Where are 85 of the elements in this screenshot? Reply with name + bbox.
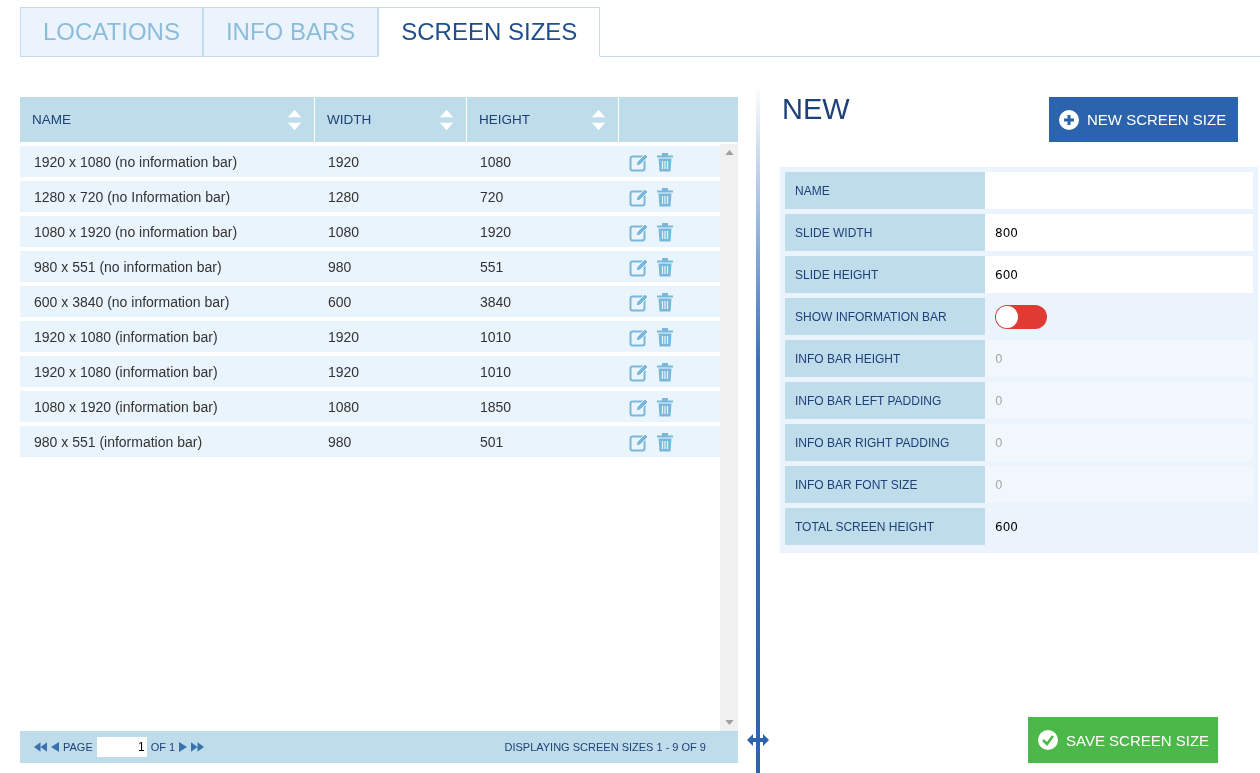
table-cell-text: 980 x 551 (no information bar) — [33, 258, 223, 275]
table-cell-text: 1080 x 1920 (no information bar) — [33, 223, 239, 240]
table-cell-text: 980 x 551 (information bar) — [33, 433, 204, 450]
table-row[interactable]: 1920 x 1080 (information bar) 1920 1010 — [20, 356, 720, 387]
table-row[interactable]: 1080 x 1920 (information bar) 1080 1850 — [20, 391, 720, 422]
page-label: PAGE — [63, 741, 93, 753]
table-cell-text: 1280 — [327, 188, 361, 205]
trash-icon[interactable] — [655, 431, 675, 452]
table-cell-text: 1920 x 1080 (no information bar) — [33, 153, 239, 170]
page-count: OF 1 — [150, 741, 176, 753]
sort-icon[interactable] — [287, 107, 302, 132]
table-cell-text: 501 — [479, 433, 505, 450]
column-header[interactable]: NAME — [20, 97, 315, 142]
table-cell-text: 980 — [327, 433, 353, 450]
table-cell-text: 1920 x 1080 (information bar) — [33, 328, 219, 345]
column-label: HEIGHT — [479, 112, 530, 127]
table-cell-text: 3840 — [479, 293, 513, 310]
pager-status: DISPLAYING SCREEN SIZES 1 - 9 OF 9 — [504, 741, 706, 753]
table-cell-text: 1080 — [327, 223, 361, 240]
input-field[interactable] — [985, 172, 1253, 209]
field-label: INFO BAR RIGHT PADDING — [785, 424, 985, 461]
field-label: SLIDE HEIGHT — [785, 256, 985, 293]
trash-icon[interactable] — [655, 151, 675, 172]
trash-icon[interactable] — [655, 361, 675, 382]
table-cell-text: 1920 x 1080 (information bar) — [33, 363, 219, 380]
table-cell-text: 1080 — [327, 398, 361, 415]
column-label: WIDTH — [327, 112, 372, 127]
table-cell-text: 551 — [479, 258, 505, 275]
table-cell-text: 1920 — [327, 328, 361, 345]
table-row[interactable]: 1920 x 1080 (information bar) 1920 1010 — [20, 321, 720, 352]
table-cell-text: 1920 — [327, 363, 361, 380]
scrollbar[interactable] — [720, 144, 738, 731]
tab[interactable]: SCREEN SIZES — [378, 7, 601, 57]
field-label: INFO BAR FONT SIZE — [785, 466, 985, 503]
table-cell-text: 980 — [327, 258, 353, 275]
table-row[interactable]: 1920 x 1080 (no information bar) 1920 1080 — [20, 146, 720, 177]
field-value: 600 — [995, 519, 1018, 534]
table-row[interactable]: 980 x 551 (information bar) 980 501 — [20, 426, 720, 457]
first-page-icon[interactable] — [34, 742, 47, 752]
column-label: NAME — [32, 112, 71, 127]
check-icon — [1038, 730, 1058, 750]
sort-icon[interactable] — [439, 107, 454, 132]
plus-icon — [1059, 109, 1079, 130]
resize-icon[interactable] — [747, 734, 769, 746]
new-screen-size-button[interactable]: NEW SCREEN SIZE — [1049, 97, 1238, 142]
scroll-up-icon[interactable] — [724, 150, 734, 155]
table-cell-text: 1080 — [479, 153, 513, 170]
form-title: NEW — [782, 93, 850, 126]
input-field[interactable]: 800 — [985, 214, 1253, 251]
table-cell-text: 1920 — [479, 223, 513, 240]
scroll-down-icon[interactable] — [724, 720, 734, 725]
trash-icon[interactable] — [655, 186, 675, 207]
table-cell-text: 600 x 3840 (no information bar) — [33, 293, 231, 310]
column-header[interactable]: HEIGHT — [467, 97, 619, 142]
trash-icon[interactable] — [655, 221, 675, 242]
column-header[interactable]: WIDTH — [315, 97, 467, 142]
table-row[interactable]: 1080 x 1920 (no information bar) 1080 1920 — [20, 216, 720, 247]
trash-icon[interactable] — [655, 326, 675, 347]
table-cell-text: 1280 x 720 (no Information bar) — [33, 188, 232, 205]
field-label: INFO BAR HEIGHT — [785, 340, 985, 377]
next-page-icon[interactable] — [179, 742, 188, 752]
page-input[interactable]: 1 — [96, 737, 147, 757]
field-label: TOTAL SCREEN HEIGHT — [785, 508, 985, 545]
table-cell-text: 1850 — [479, 398, 513, 415]
toggle-switch[interactable] — [995, 304, 1047, 329]
table-cell-text: 1920 — [327, 153, 361, 170]
input-field[interactable]: 600 — [985, 256, 1253, 293]
trash-icon[interactable] — [655, 291, 675, 312]
table-cell-text: 720 — [479, 188, 505, 205]
table-cell-text: 1010 — [479, 328, 513, 345]
previous-page-icon[interactable] — [51, 742, 59, 752]
table-row[interactable]: 600 x 3840 (no information bar) 600 3840 — [20, 286, 720, 317]
table-cell-text: 600 — [327, 293, 353, 310]
table-cell-text: 1010 — [479, 363, 513, 380]
table-row[interactable]: 1280 x 720 (no Information bar) 1280 720 — [20, 181, 720, 212]
trash-icon[interactable] — [655, 256, 675, 277]
table-cell-text: 1080 x 1920 (information bar) — [33, 398, 219, 415]
field-label: SHOW INFORMATION BAR — [785, 298, 985, 335]
field-label: NAME — [785, 172, 985, 209]
last-page-icon[interactable] — [191, 742, 205, 752]
trash-icon[interactable] — [655, 396, 675, 417]
field-label: SLIDE WIDTH — [785, 214, 985, 251]
field-label: INFO BAR LEFT PADDING — [785, 382, 985, 419]
sort-icon[interactable] — [591, 107, 606, 132]
table-row[interactable]: 980 x 551 (no information bar) 980 551 — [20, 251, 720, 282]
